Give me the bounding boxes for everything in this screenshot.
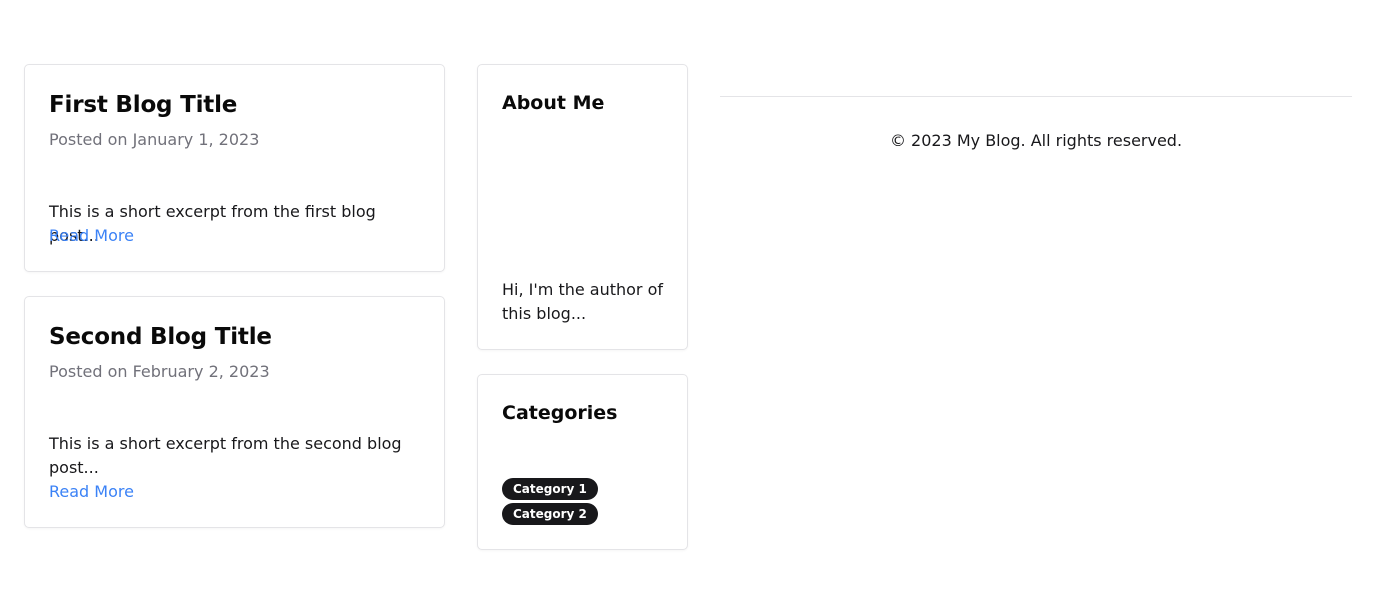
about-me-text: Hi, I'm the author of this blog... — [502, 280, 664, 323]
category-badge[interactable]: Category 2 — [502, 503, 598, 525]
post-date: Posted on February 2, 2023 — [49, 362, 270, 381]
blog-post-card: Second Blog Title Posted on February 2, … — [24, 296, 445, 528]
read-more-link[interactable]: Read More — [49, 480, 134, 504]
footer-divider — [720, 96, 1352, 97]
blog-post-card: First Blog Title Posted on January 1, 20… — [24, 64, 445, 272]
categories-widget: Categories Category 1 Category 2 — [477, 374, 688, 550]
post-title[interactable]: First Blog Title — [49, 92, 237, 118]
about-me-title: About Me — [502, 92, 605, 114]
footer-copyright: © 2023 My Blog. All rights reserved. — [889, 131, 1183, 150]
category-badge[interactable]: Category 1 — [502, 478, 598, 500]
post-title[interactable]: Second Blog Title — [49, 324, 272, 350]
about-me-widget: About Me Hi, I'm the author of this blog… — [477, 64, 688, 350]
read-more-link[interactable]: Read More — [49, 224, 134, 248]
post-date: Posted on January 1, 2023 — [49, 130, 260, 149]
categories-title: Categories — [502, 402, 618, 424]
post-excerpt: This is a short excerpt from the second … — [49, 434, 402, 477]
